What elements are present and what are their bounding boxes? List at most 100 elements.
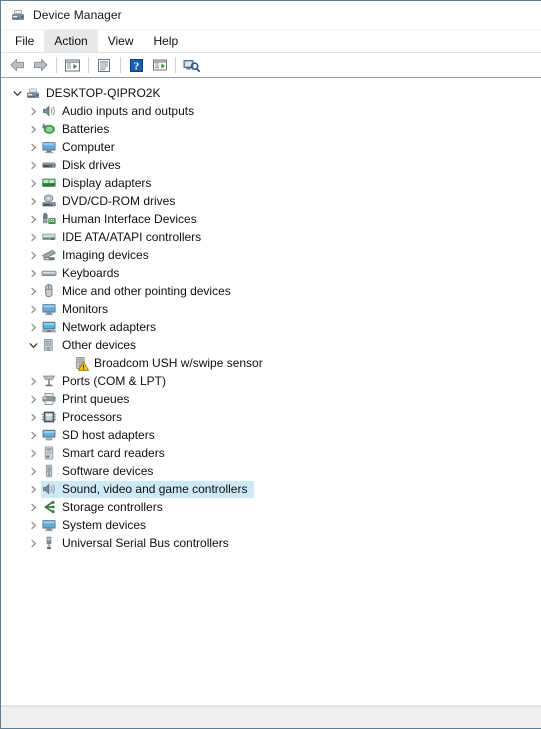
chevron-right-icon[interactable] <box>25 485 41 494</box>
battery-icon <box>41 121 57 137</box>
tree-item[interactable]: Computer <box>1 138 541 156</box>
chevron-right-icon[interactable] <box>25 287 41 296</box>
dvd-drive-icon <box>41 193 57 209</box>
tree-item-content[interactable]: DVD/CD-ROM drives <box>41 193 182 210</box>
scan-hardware-changes-button[interactable] <box>180 54 203 76</box>
tree-item-content[interactable]: Imaging devices <box>41 247 156 264</box>
tree-item-content[interactable]: Storage controllers <box>41 499 170 516</box>
tree-item-content[interactable]: Universal Serial Bus controllers <box>41 535 236 552</box>
chevron-right-icon[interactable] <box>25 197 41 206</box>
tree-item[interactable]: System devices <box>1 516 541 534</box>
chevron-right-icon[interactable] <box>25 431 41 440</box>
tree-item[interactable]: Smart card readers <box>1 444 541 462</box>
tree-item-content[interactable]: SD host adapters <box>41 427 162 444</box>
chevron-down-icon[interactable] <box>25 341 41 350</box>
chevron-down-icon[interactable] <box>9 89 25 98</box>
tree-item[interactable]: Batteries <box>1 120 541 138</box>
tree-item[interactable]: Print queues <box>1 390 541 408</box>
chevron-right-icon[interactable] <box>25 449 41 458</box>
tree-item-content[interactable]: Audio inputs and outputs <box>41 103 201 120</box>
tree-item-content[interactable]: Processors <box>41 409 129 426</box>
tree-item[interactable]: Disk drives <box>1 156 541 174</box>
tree-item-label: Network adapters <box>62 320 157 334</box>
chevron-right-icon[interactable] <box>25 215 41 224</box>
tree-item-content[interactable]: Human Interface Devices <box>41 211 204 228</box>
tree-item[interactable]: Imaging devices <box>1 246 541 264</box>
tree-item-content[interactable]: Smart card readers <box>41 445 172 462</box>
tree-item[interactable]: Display adapters <box>1 174 541 192</box>
tree-item[interactable]: Keyboards <box>1 264 541 282</box>
menu-view[interactable]: View <box>98 30 144 52</box>
chevron-right-icon[interactable] <box>25 413 41 422</box>
tree-item-content[interactable]: System devices <box>41 517 153 534</box>
tree-item-content[interactable]: Batteries <box>41 121 116 138</box>
back-button[interactable] <box>6 54 29 76</box>
tree-item-content[interactable]: Disk drives <box>41 157 128 174</box>
chevron-right-icon[interactable] <box>25 179 41 188</box>
chevron-right-icon[interactable] <box>25 251 41 260</box>
tree-item[interactable]: Sound, video and game controllers <box>1 480 541 498</box>
tree-item-content[interactable]: Network adapters <box>41 319 163 336</box>
tree-item[interactable]: DVD/CD-ROM drives <box>1 192 541 210</box>
tree-item-content[interactable]: Computer <box>41 139 122 156</box>
tree-item[interactable]: IDE ATA/ATAPI controllers <box>1 228 541 246</box>
chevron-right-icon[interactable] <box>25 143 41 152</box>
tree-item-label: Storage controllers <box>62 500 163 514</box>
tree-item-content[interactable]: Print queues <box>41 391 136 408</box>
tree-item-root[interactable]: DESKTOP-QIPRO2K <box>1 84 541 102</box>
chevron-right-icon[interactable] <box>25 467 41 476</box>
chevron-right-icon[interactable] <box>25 161 41 170</box>
tree-item-label: Mice and other pointing devices <box>62 284 231 298</box>
tree-item[interactable]: Broadcom USH w/swipe sensor <box>1 354 541 372</box>
tree-item[interactable]: Monitors <box>1 300 541 318</box>
update-driver-button[interactable] <box>148 54 171 76</box>
menu-bar: File Action View Help <box>1 30 541 53</box>
device-tree[interactable]: DESKTOP-QIPRO2K Audio inputs and outputs… <box>1 78 541 706</box>
tree-item[interactable]: Software devices <box>1 462 541 480</box>
show-hide-console-tree-button[interactable] <box>61 54 84 76</box>
tree-item[interactable]: Network adapters <box>1 318 541 336</box>
menu-help[interactable]: Help <box>144 30 189 52</box>
tree-item[interactable]: Ports (COM & LPT) <box>1 372 541 390</box>
tree-item-label: Print queues <box>62 392 130 406</box>
menu-action[interactable]: Action <box>44 30 98 52</box>
tree-item-content[interactable]: Software devices <box>41 463 160 480</box>
chevron-right-icon[interactable] <box>25 395 41 404</box>
chevron-right-icon[interactable] <box>25 377 41 386</box>
chevron-right-icon[interactable] <box>25 323 41 332</box>
chevron-right-icon[interactable] <box>25 305 41 314</box>
chevron-right-icon[interactable] <box>25 125 41 134</box>
tree-item[interactable]: Other devices <box>1 336 541 354</box>
tree-item[interactable]: Audio inputs and outputs <box>1 102 541 120</box>
chevron-right-icon[interactable] <box>25 539 41 548</box>
tree-item-label: Monitors <box>62 302 109 316</box>
chevron-right-icon[interactable] <box>25 521 41 530</box>
tree-item-content[interactable]: Mice and other pointing devices <box>41 283 238 300</box>
tree-item-content[interactable]: Sound, video and game controllers <box>41 480 255 498</box>
tree-item[interactable]: Storage controllers <box>1 498 541 516</box>
tree-item-content[interactable]: IDE ATA/ATAPI controllers <box>41 229 208 246</box>
tree-item-content[interactable]: Display adapters <box>41 175 158 192</box>
tree-item[interactable]: Processors <box>1 408 541 426</box>
chevron-right-icon[interactable] <box>25 233 41 242</box>
tree-item-content[interactable]: Monitors <box>41 301 115 318</box>
help-button[interactable]: ? <box>125 54 148 76</box>
menu-file[interactable]: File <box>5 30 44 52</box>
storage-ctrl-icon <box>41 499 57 515</box>
tree-item-content[interactable]: Keyboards <box>41 265 126 282</box>
chevron-right-icon[interactable] <box>25 107 41 116</box>
chevron-right-icon[interactable] <box>25 503 41 512</box>
tree-item-content[interactable]: Broadcom USH w/swipe sensor <box>73 355 270 372</box>
tree-item[interactable]: SD host adapters <box>1 426 541 444</box>
arrow-right-icon <box>32 58 49 72</box>
console-tree-icon <box>64 58 81 73</box>
chevron-right-icon[interactable] <box>25 269 41 278</box>
other-device-icon <box>41 337 57 353</box>
tree-item[interactable]: Mice and other pointing devices <box>1 282 541 300</box>
tree-item-content[interactable]: Ports (COM & LPT) <box>41 373 173 390</box>
forward-button[interactable] <box>29 54 52 76</box>
properties-button[interactable] <box>93 54 116 76</box>
tree-item[interactable]: Universal Serial Bus controllers <box>1 534 541 552</box>
tree-item[interactable]: Human Interface Devices <box>1 210 541 228</box>
tree-item-content[interactable]: Other devices <box>41 337 143 354</box>
